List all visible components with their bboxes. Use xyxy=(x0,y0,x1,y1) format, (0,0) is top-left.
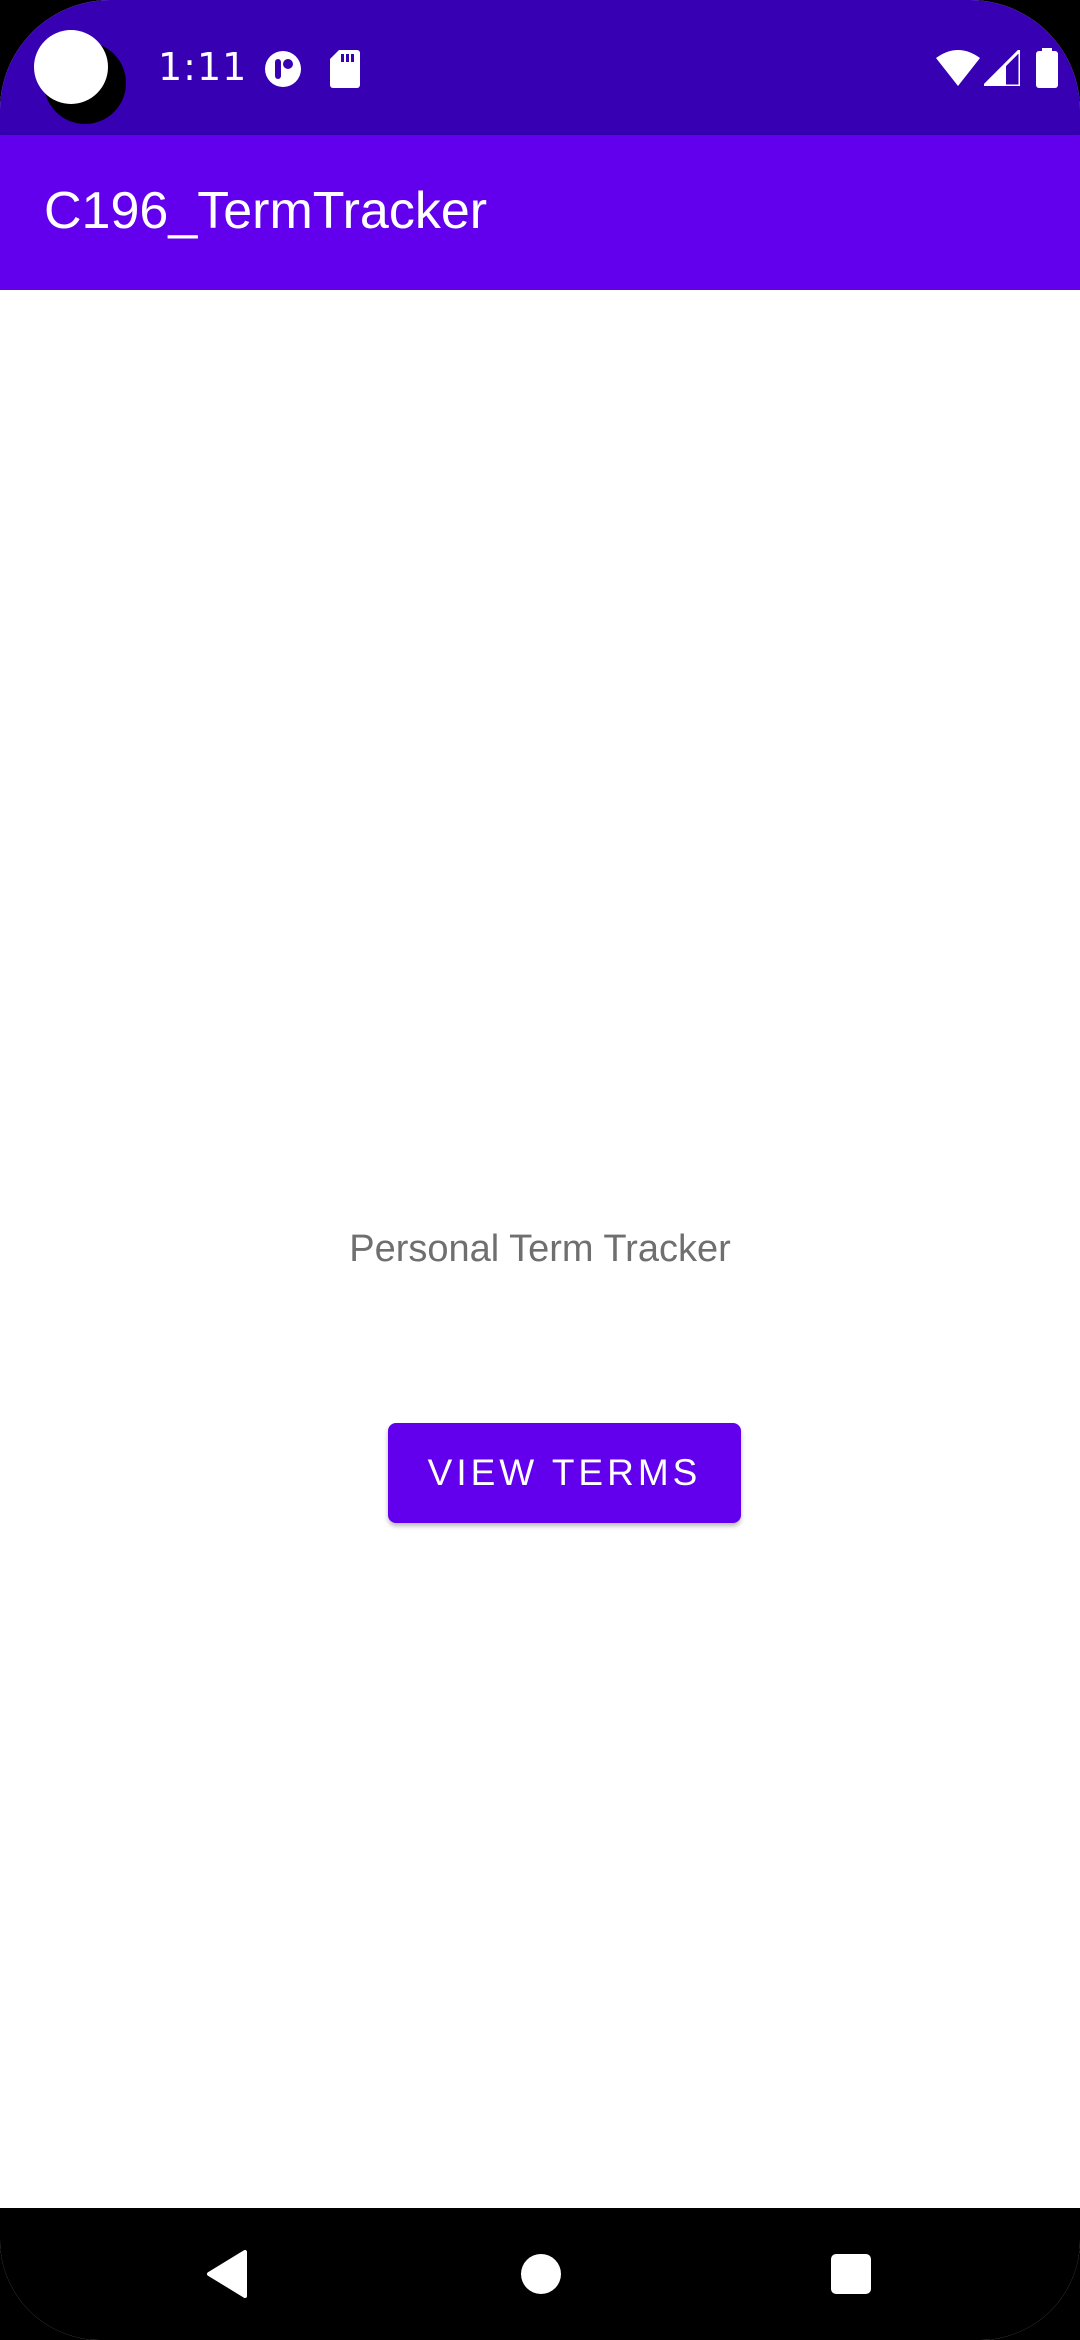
status-bar: 1:11 xyxy=(0,0,1080,135)
nav-home-button[interactable] xyxy=(471,2208,611,2340)
view-terms-button[interactable]: VIEW TERMS xyxy=(388,1423,741,1523)
sd-card-icon xyxy=(330,50,360,88)
wifi-icon xyxy=(936,50,980,86)
app-bar: C196_TermTracker xyxy=(0,135,1080,290)
nav-back-button[interactable] xyxy=(157,2208,297,2340)
main-content: Personal Term Tracker VIEW TERMS xyxy=(0,290,1080,2208)
status-time: 1:11 xyxy=(158,45,248,89)
camera-cutout xyxy=(34,30,128,124)
home-icon xyxy=(521,2254,561,2294)
app-title: C196_TermTracker xyxy=(44,182,488,240)
page-subtitle: Personal Term Tracker xyxy=(349,1228,731,1270)
cell-signal-icon xyxy=(984,50,1020,86)
recents-icon xyxy=(831,2254,871,2294)
back-icon xyxy=(207,2250,247,2298)
app-screen: 1:11 C196_TermTracker Personal Term Trac… xyxy=(0,0,1080,2340)
notification-app-icon xyxy=(265,51,301,87)
nav-recents-button[interactable] xyxy=(781,2208,921,2340)
navigation-bar xyxy=(0,2208,1080,2340)
battery-icon xyxy=(1036,48,1058,88)
